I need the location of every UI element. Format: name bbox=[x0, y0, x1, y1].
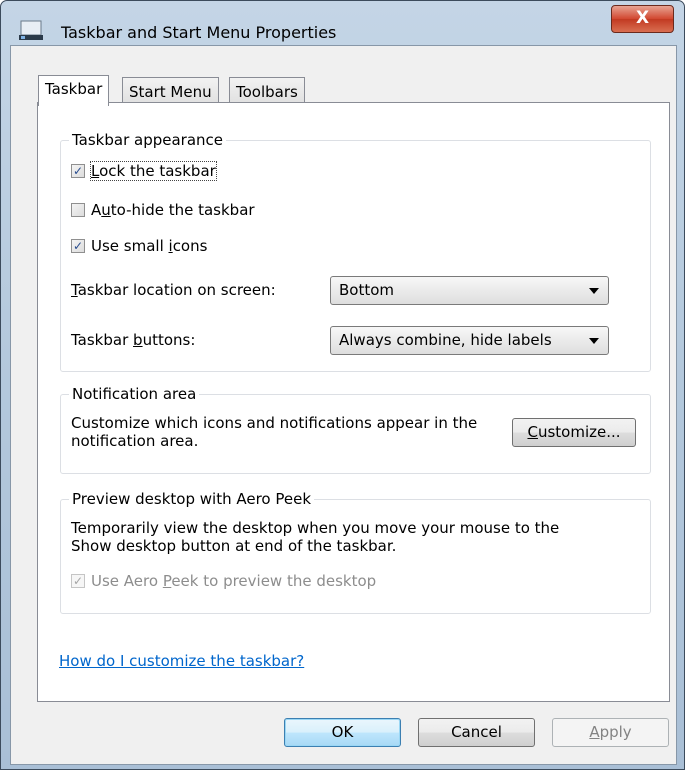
cancel-button[interactable]: Cancel bbox=[418, 718, 535, 747]
group-title-aero-peek: Preview desktop with Aero Peek bbox=[69, 489, 315, 509]
location-dropdown-value: Bottom bbox=[339, 281, 395, 299]
aero-peek-label: Use Aero Peek to preview the desktop bbox=[91, 572, 377, 590]
aero-peek-description-line1: Temporarily view the desktop when you mo… bbox=[71, 519, 560, 537]
lock-taskbar-label: Lock the taskbar bbox=[90, 161, 217, 181]
small-icons-label: Use small icons bbox=[91, 237, 208, 255]
group-title-appearance: Taskbar appearance bbox=[69, 130, 227, 150]
auto-hide-label: Auto-hide the taskbar bbox=[91, 201, 255, 219]
close-button[interactable]: X bbox=[611, 5, 674, 33]
taskbar-tab-panel: Taskbar appearance ✓ Lock the taskbar Au… bbox=[37, 102, 670, 702]
taskbar-buttons-dropdown-value: Always combine, hide labels bbox=[339, 331, 552, 349]
tab-start-menu[interactable]: Start Menu bbox=[122, 77, 219, 104]
location-dropdown[interactable]: Bottom bbox=[330, 276, 609, 305]
checkbox-checked-disabled-icon[interactable]: ✓ bbox=[71, 574, 85, 588]
aero-peek-checkbox[interactable]: ✓ Use Aero Peek to preview the desktop bbox=[71, 572, 376, 590]
chevron-down-icon bbox=[589, 288, 599, 294]
chevron-down-icon bbox=[589, 338, 599, 344]
buttons-label: Taskbar buttons: bbox=[71, 331, 196, 349]
taskbar-buttons-dropdown[interactable]: Always combine, hide labels bbox=[330, 326, 609, 355]
apply-button[interactable]: Apply bbox=[552, 718, 669, 747]
checkbox-checked-icon[interactable]: ✓ bbox=[71, 239, 85, 253]
taskbar-appearance-group: Taskbar appearance ✓ Lock the taskbar Au… bbox=[60, 130, 651, 372]
aero-peek-description-line2: Show desktop button at end of the taskba… bbox=[71, 537, 397, 555]
auto-hide-checkbox[interactable]: Auto-hide the taskbar bbox=[71, 201, 255, 219]
aero-peek-group: Preview desktop with Aero Peek Temporari… bbox=[60, 489, 651, 614]
taskbar-app-icon bbox=[19, 20, 43, 40]
notification-description-line2: notification area. bbox=[71, 432, 199, 450]
ok-button[interactable]: OK bbox=[284, 718, 401, 747]
checkbox-unchecked-icon[interactable] bbox=[71, 203, 85, 217]
window-title: Taskbar and Start Menu Properties bbox=[61, 23, 337, 42]
lock-taskbar-checkbox[interactable]: ✓ Lock the taskbar bbox=[71, 161, 217, 181]
notification-area-group: Notification area Customize which icons … bbox=[60, 384, 651, 474]
tab-toolbars[interactable]: Toolbars bbox=[229, 77, 305, 104]
help-link[interactable]: How do I customize the taskbar? bbox=[59, 652, 304, 670]
customize-button[interactable]: Customize... bbox=[512, 418, 636, 447]
group-title-notification: Notification area bbox=[69, 384, 200, 404]
small-icons-checkbox[interactable]: ✓ Use small icons bbox=[71, 237, 207, 255]
notification-description-line1: Customize which icons and notifications … bbox=[71, 414, 478, 432]
checkbox-checked-icon[interactable]: ✓ bbox=[71, 164, 85, 178]
location-label: Taskbar location on screen: bbox=[71, 281, 276, 299]
title-bar[interactable]: Taskbar and Start Menu Properties X bbox=[1, 1, 684, 45]
tab-taskbar[interactable]: Taskbar bbox=[38, 75, 110, 106]
